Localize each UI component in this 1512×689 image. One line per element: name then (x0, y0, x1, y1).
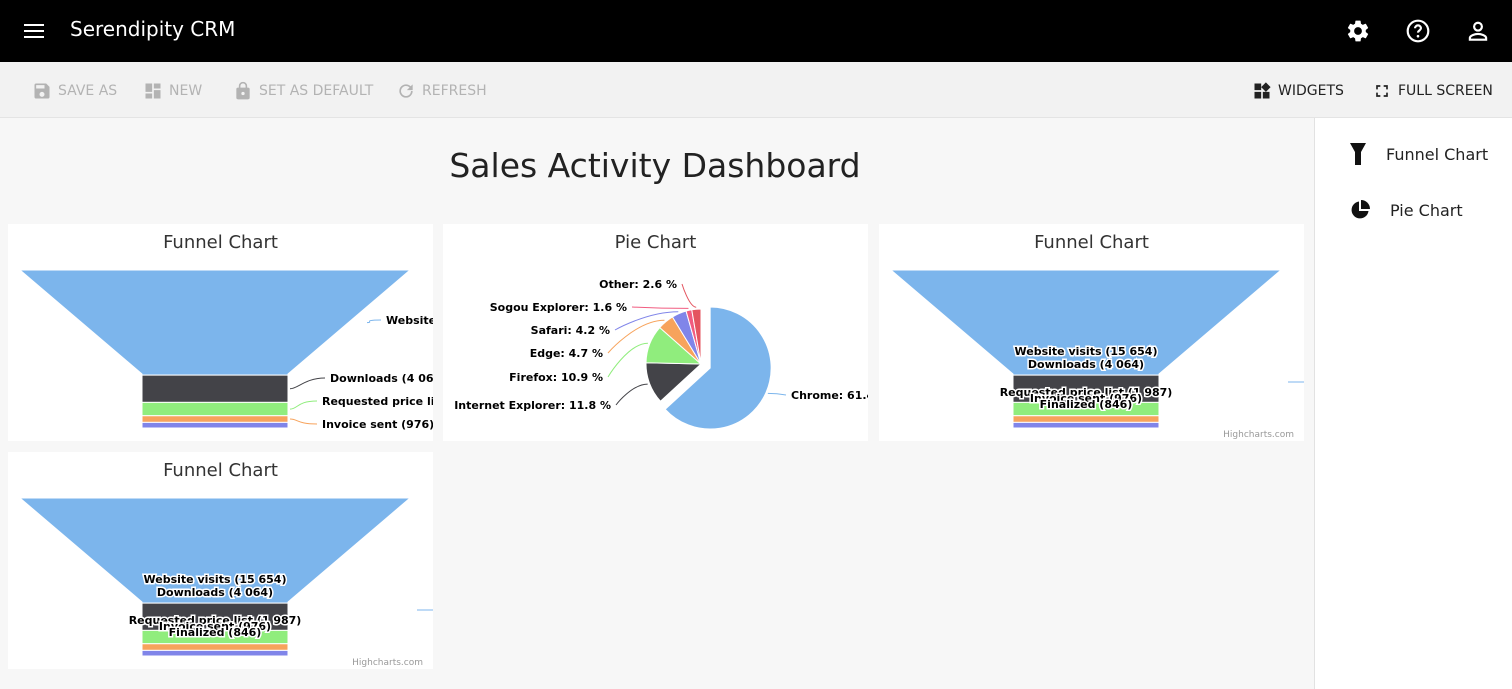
connector-line (289, 400, 318, 410)
chart-svg: Pie Chart Chrome: 61.4 Internet Explorer: … (454, 232, 868, 430)
refresh-icon (399, 84, 413, 98)
connector-line (681, 283, 697, 308)
full-screen-button[interactable]: FULL SCREEN (1372, 80, 1493, 102)
data-label: Website visits (15 654) (1015, 345, 1158, 358)
funnel-chart-widget[interactable]: Funnel Chart Website visits (15 654) Downl… (879, 224, 1304, 441)
app-title: Serendipity CRM (70, 17, 236, 41)
funnel-segment (141, 643, 289, 651)
funnel-segment (1012, 415, 1160, 423)
chart-svg: Funnel Chart Website visits (15 654)Downl… (889, 232, 1304, 440)
chart-title: Funnel Chart (163, 232, 278, 253)
data-label: Sogou Explorer: 1.6 % (490, 301, 627, 314)
credits-label: Highcharts.com (352, 658, 423, 668)
menu-icon[interactable] (22, 19, 46, 43)
connector-line (607, 342, 648, 378)
data-label: Downloads (4 064) (1028, 358, 1144, 371)
chart-title: Funnel Chart (1034, 232, 1149, 253)
funnel-chart-widget[interactable]: Funnel Chart Website Downloads (4 06 Reques… (8, 224, 433, 441)
data-label: Website visits (15 654) (144, 573, 287, 586)
refresh-label: REFRESH (422, 83, 487, 99)
full-screen-label: FULL SCREEN (1398, 83, 1493, 99)
lock-icon (236, 81, 250, 100)
chart-title: Funnel Chart (163, 460, 278, 481)
funnel-segment (141, 401, 289, 417)
data-label: Invoice sent (976) (322, 418, 433, 431)
widgets-icon (1254, 82, 1271, 99)
credits-label: Highcharts.com (1223, 430, 1294, 440)
funnel-segment (141, 374, 289, 403)
new-label: NEW (169, 83, 203, 99)
sidebar-item-label: Pie Chart (1390, 200, 1463, 220)
funnel-segment (141, 415, 289, 423)
set-as-default-label: SET AS DEFAULT (259, 83, 374, 99)
connector-line (366, 319, 382, 324)
sidebar-item-label: Funnel Chart (1386, 144, 1489, 164)
pie-chart-widget[interactable]: Pie Chart Chrome: 61.4 Internet Explorer: … (443, 224, 868, 441)
connector-line (289, 377, 326, 390)
chart-svg: Funnel Chart Website Downloads (4 06 Reques… (18, 232, 433, 431)
funnel-chart-widget[interactable]: Funnel Chart Website visits (15 654) Downl… (8, 452, 433, 669)
funnel-segment (1012, 421, 1160, 429)
funnel-icon (1350, 143, 1366, 165)
account-icon[interactable] (1465, 18, 1491, 44)
sidebar-item-funnel-chart[interactable]: Funnel Chart (1350, 141, 1488, 167)
toolbar: SAVE AS NEW SET AS DEFAULT REFRESH WIDGE… (0, 62, 1512, 118)
data-label: Finalized (846) (169, 626, 262, 639)
chart-title: Pie Chart (615, 232, 697, 253)
data-label: Finalized (846) (1040, 398, 1133, 411)
data-label: Downloads (4 064) (157, 586, 273, 599)
dashboard-icon (145, 83, 161, 99)
widgets-button[interactable]: WIDGETS (1252, 80, 1344, 102)
connector-line (289, 418, 318, 425)
dashboard-title: Sales Activity Dashboard (449, 146, 861, 185)
new-button[interactable]: NEW (143, 80, 202, 102)
funnel-segment (141, 649, 289, 657)
data-label: Downloads (4 06 (330, 372, 433, 385)
data-label: Chrome: 61.4 (791, 389, 868, 402)
settings-gear-icon[interactable] (1345, 18, 1371, 44)
save-icon (34, 83, 50, 99)
data-label: Requested price lis (322, 395, 433, 408)
connector-line (615, 383, 648, 406)
chart-svg: Funnel Chart Website visits (15 654)Downl… (18, 460, 433, 668)
fullscreen-icon (1376, 85, 1388, 97)
save-as-label: SAVE AS (58, 83, 118, 99)
widgets-sidebar: Funnel Chart Pie Chart (1314, 118, 1512, 689)
funnel-segment (18, 269, 412, 376)
connector-line (631, 306, 689, 309)
data-label: Internet Explorer: 11.8 % (454, 399, 611, 412)
funnel-segment (141, 421, 289, 429)
help-icon[interactable] (1405, 18, 1431, 44)
data-label: Website (386, 314, 433, 327)
data-label: Other: 2.6 % (599, 278, 677, 291)
pie-chart-icon (1351, 200, 1370, 219)
set-as-default-button[interactable]: SET AS DEFAULT (233, 80, 373, 102)
connector-line (767, 392, 787, 396)
data-label: Safari: 4.2 % (531, 324, 610, 337)
app-bar: Serendipity CRM (0, 0, 1512, 62)
refresh-button[interactable]: REFRESH (396, 80, 487, 102)
data-label: Edge: 4.7 % (530, 347, 603, 360)
data-label: Firefox: 10.9 % (509, 371, 603, 384)
widgets-label: WIDGETS (1278, 83, 1344, 99)
sidebar-item-pie-chart[interactable]: Pie Chart (1350, 197, 1463, 223)
save-as-button[interactable]: SAVE AS (32, 80, 117, 102)
